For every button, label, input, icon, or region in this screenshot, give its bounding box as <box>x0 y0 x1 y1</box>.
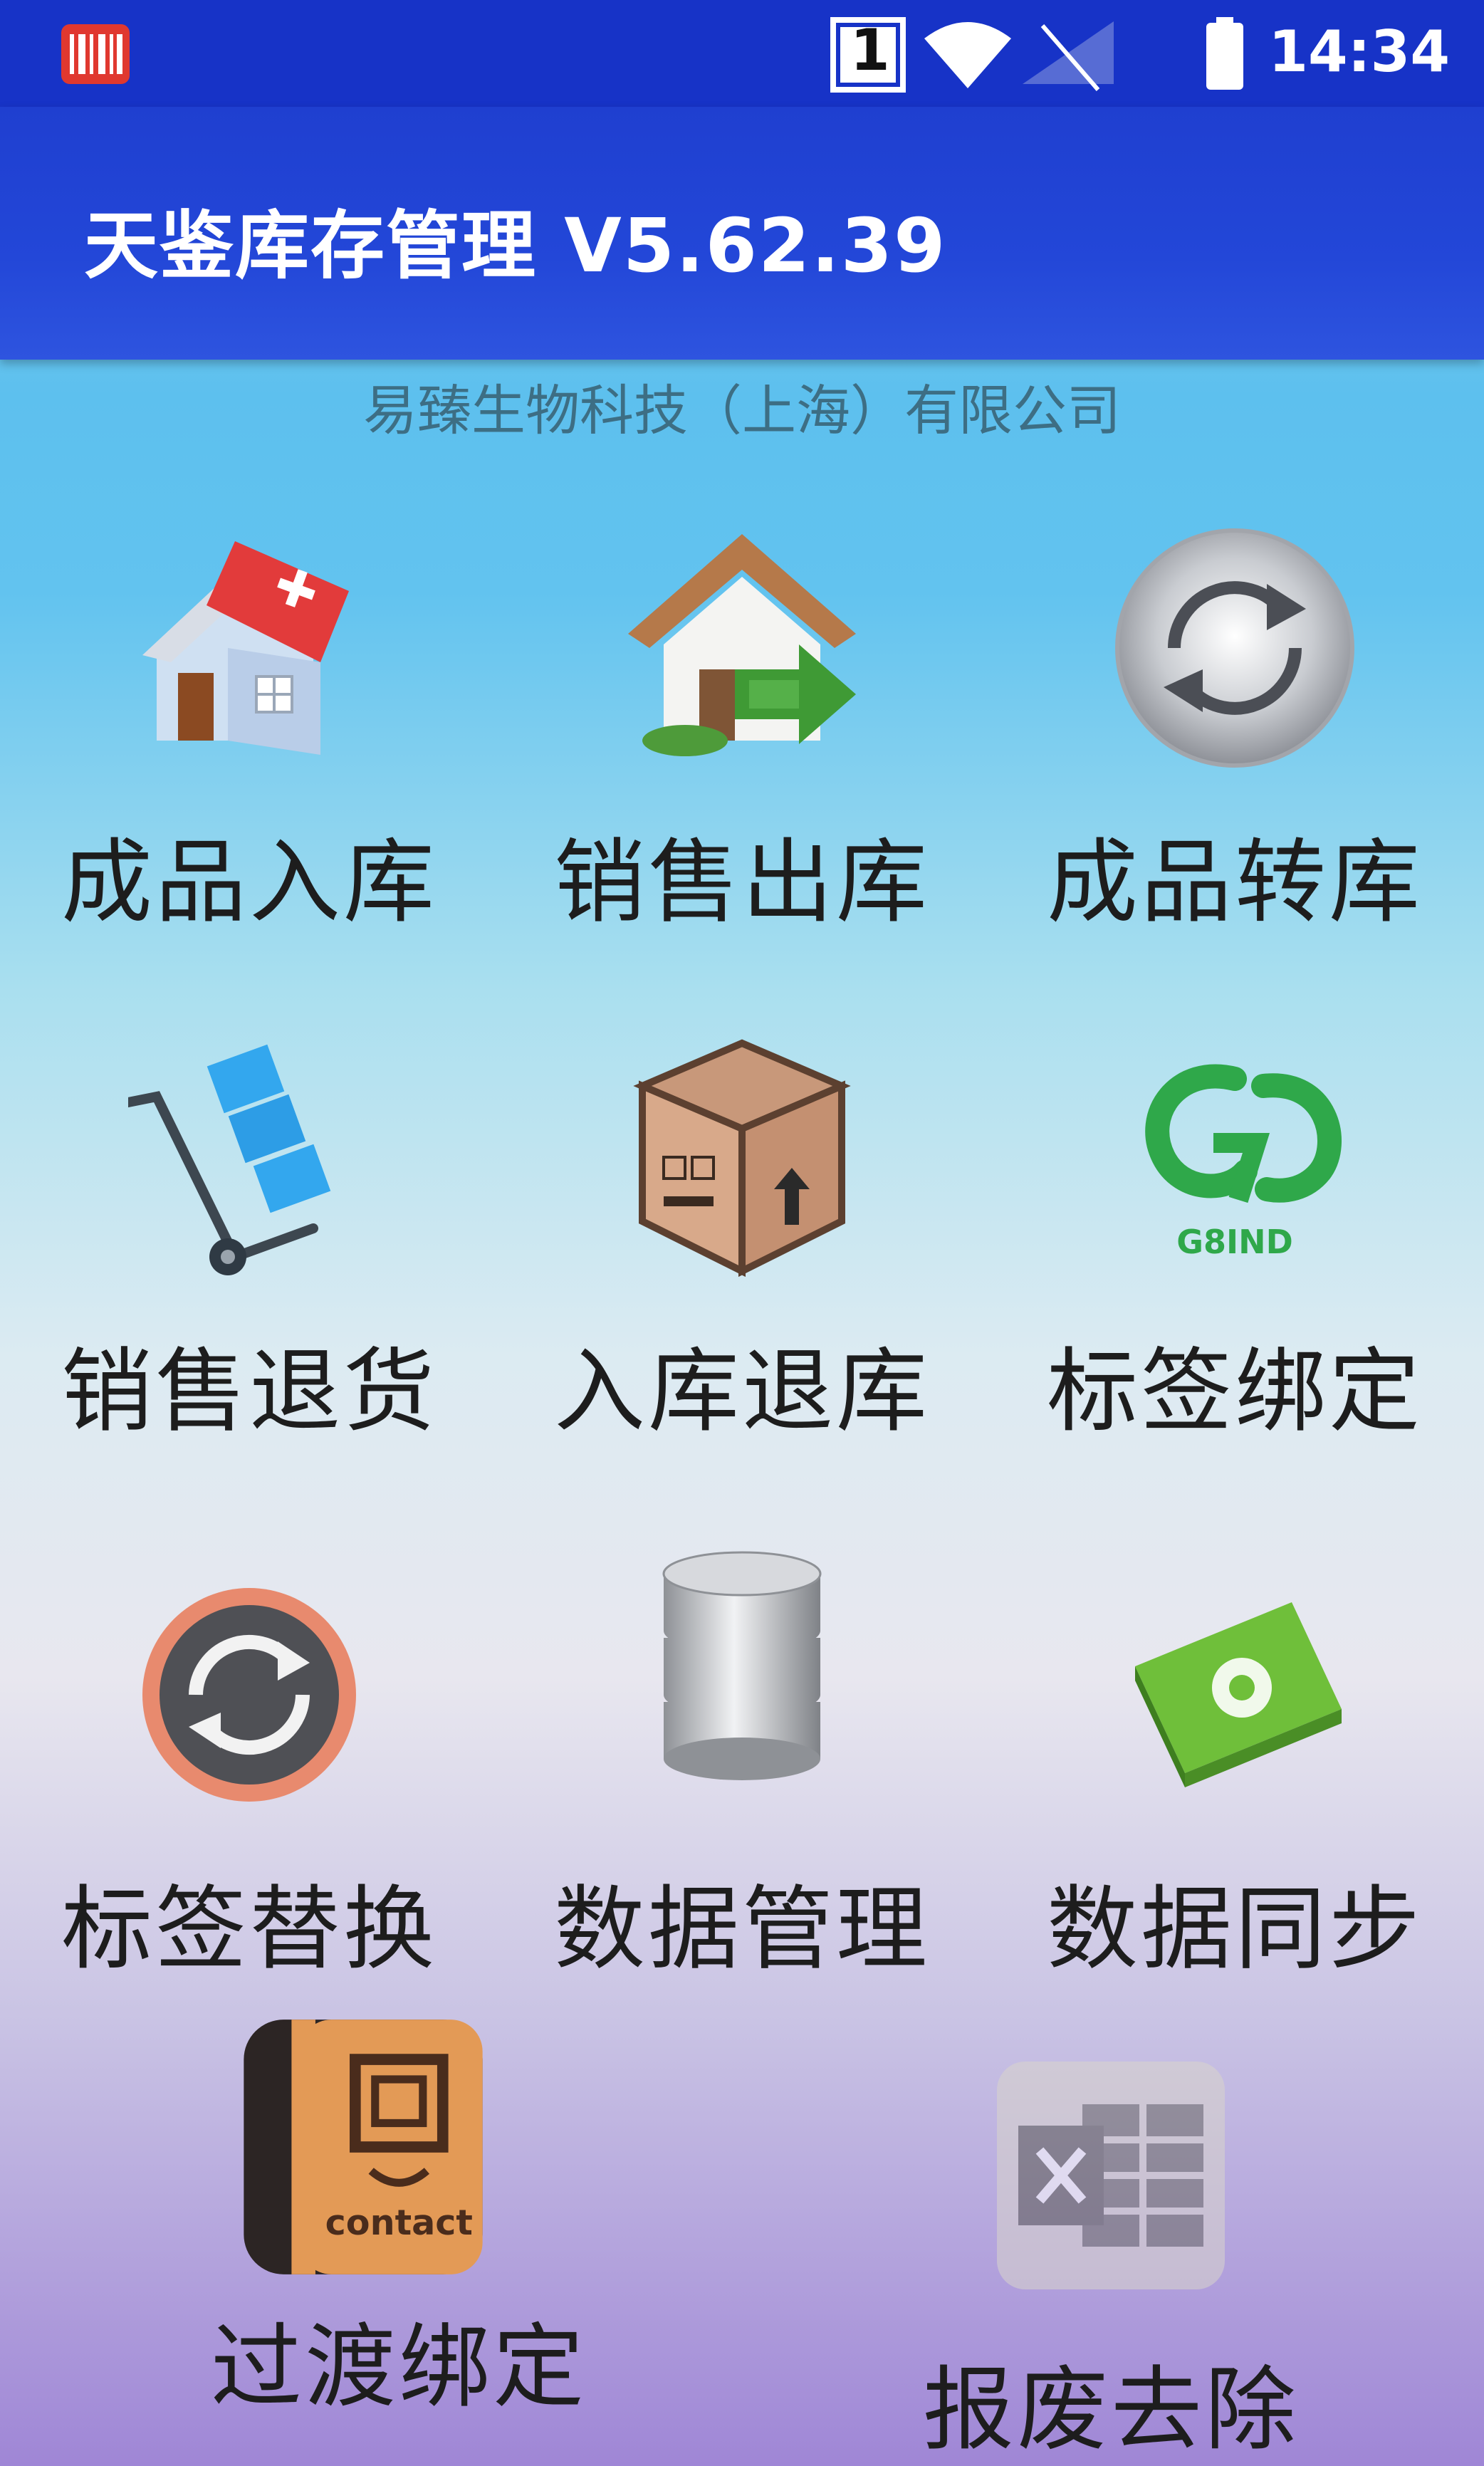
g8ind-logo-icon: G8IND <box>1145 1064 1342 1261</box>
sim-slot-number: 1 <box>850 17 890 83</box>
battery-icon <box>1206 17 1243 90</box>
app-title: 天鉴库存管理 V5.62.39 <box>84 202 947 289</box>
menu-item-label: 销售出库 <box>553 830 930 936</box>
menu-item-label-replace[interactable]: 标签替换 <box>21 1574 477 2001</box>
menu-item-label: 销售退货 <box>61 1339 437 1445</box>
menu-item-label: 标签绑定 <box>1046 1339 1423 1445</box>
menu-item-label: 成品转库 <box>1046 830 1423 936</box>
refresh-circle-icon <box>1115 528 1354 768</box>
recycle-folder-icon <box>1135 1602 1342 1787</box>
menu-item-scrap-removal[interactable]: 报废去除 <box>883 2054 1339 2466</box>
menu-item-inbound-return[interactable]: 入库退库 <box>514 1036 970 1463</box>
menu-item-label: 数据管理 <box>553 1876 930 1982</box>
database-icon <box>662 1551 822 1780</box>
contact-icon-text: contact <box>325 2202 473 2243</box>
menu-item-data-management[interactable]: 数据管理 <box>514 1531 970 1982</box>
menu-item-label: 过渡绑定 <box>210 2314 587 2420</box>
wifi-icon <box>924 22 1011 88</box>
menu-item-label-binding[interactable]: G8IND 标签绑定 <box>1007 1036 1463 1463</box>
cardboard-box-icon <box>633 1039 851 1278</box>
g8ind-logo-text: G8IND <box>1176 1223 1293 1261</box>
screen: 1 14:34 天鉴库存管理 V5.62.39 易臻生物科技（上海）有限公司 成… <box>0 0 1484 2466</box>
hand-truck-icon <box>128 1044 331 1275</box>
status-bar: 1 14:34 <box>0 0 1484 107</box>
barcode-app-icon <box>61 24 130 84</box>
menu-item-sales-outbound[interactable]: 销售出库 <box>514 527 970 954</box>
contact-book-icon: contact <box>244 2020 483 2274</box>
house-add-icon <box>142 541 349 755</box>
menu-item-transition-binding[interactable]: contact 过渡绑定 <box>171 2012 627 2439</box>
swap-circle-icon <box>142 1588 356 1802</box>
menu-item-label: 数据同步 <box>1046 1876 1423 1982</box>
company-name: 易臻生物科技（上海）有限公司 <box>363 379 1121 442</box>
menu-item-label: 入库退库 <box>553 1339 930 1445</box>
status-time: 14:34 <box>1268 19 1450 85</box>
menu-item-sales-return[interactable]: 销售退货 <box>21 1036 477 1463</box>
menu-item-product-transfer[interactable]: 成品转库 <box>1007 527 1463 954</box>
excel-sheet-icon <box>997 2062 1225 2289</box>
menu-item-data-sync[interactable]: 数据同步 <box>1007 1574 1463 2001</box>
menu-item-label: 成品入库 <box>61 830 437 936</box>
menu-item-product-inbound[interactable]: 成品入库 <box>21 527 477 954</box>
menu-item-label: 报废去除 <box>922 2357 1299 2463</box>
signal-icon <box>1023 21 1114 91</box>
house-out-arrow-icon <box>628 534 856 756</box>
menu-item-label: 标签替换 <box>61 1876 437 1982</box>
